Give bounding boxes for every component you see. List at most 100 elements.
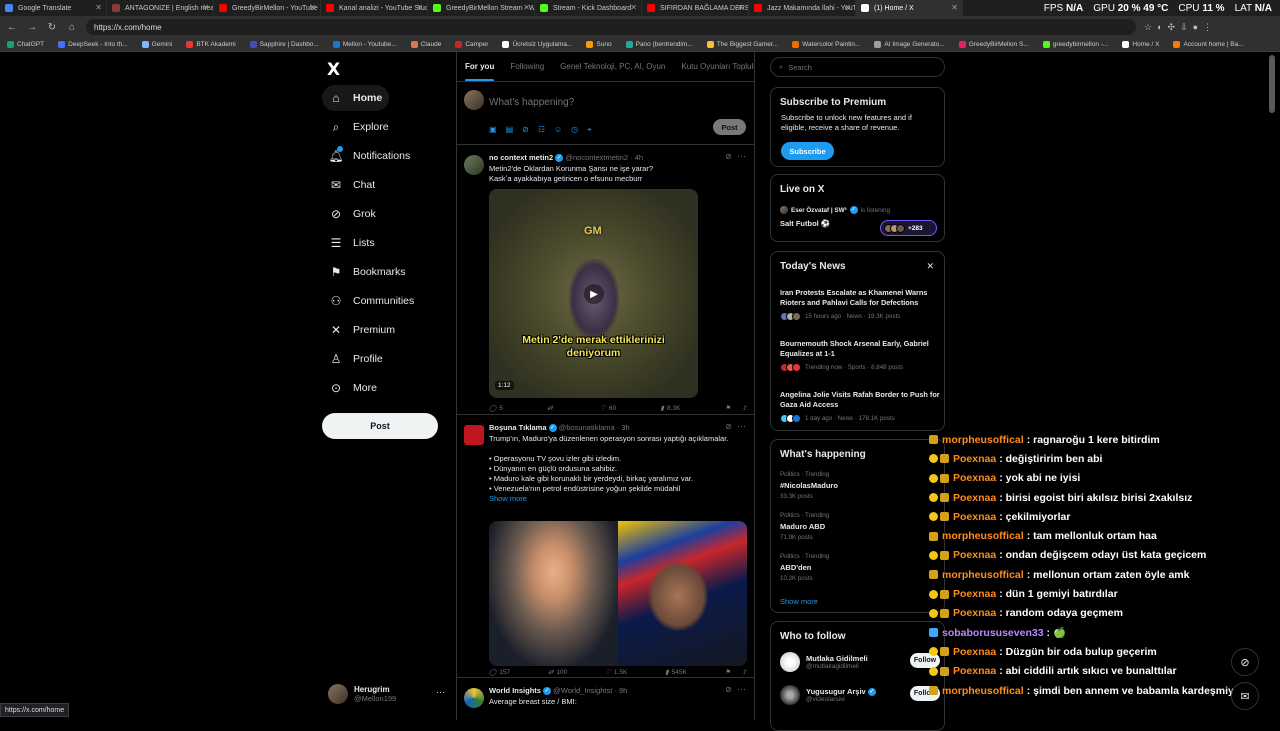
- download-icon[interactable]: ⇩: [1180, 22, 1188, 33]
- tweet[interactable]: no context metin2 ✓ @nocontextmetin2 · 4…: [457, 145, 754, 415]
- browser-tab[interactable]: Jazz Makamında İlahi - YouTube✕: [749, 0, 856, 16]
- bookmark-item[interactable]: GreedyBirMellon S...: [952, 41, 1036, 48]
- chat-username[interactable]: Poexnaa: [953, 511, 996, 523]
- profile-avatar-icon[interactable]: ●: [1193, 22, 1198, 33]
- back-icon[interactable]: ←: [4, 19, 20, 35]
- bookmark-item[interactable]: Claude: [404, 41, 449, 48]
- chat-username[interactable]: Poexnaa: [953, 549, 996, 561]
- close-tab-icon[interactable]: ✕: [737, 3, 744, 12]
- extension-icon[interactable]: ◐: [1157, 22, 1162, 33]
- page-scrollbar[interactable]: [1269, 55, 1275, 113]
- chat-username[interactable]: morpheusoffical: [942, 569, 1024, 581]
- live-space-title[interactable]: Salt Futbol ⚽: [780, 219, 830, 228]
- bookmark-item[interactable]: Suno: [579, 41, 618, 48]
- more-dots-icon[interactable]: ···: [737, 684, 746, 694]
- nav-item-grok[interactable]: ⊘ Grok: [322, 201, 383, 227]
- trend-item[interactable]: Politics · Trending Maduro ABD 71.9K pos…: [780, 512, 829, 541]
- close-tab-icon[interactable]: ✕: [95, 3, 102, 12]
- chat-username[interactable]: morpheusoffical: [942, 434, 1024, 446]
- menu-icon[interactable]: ⋮: [1203, 22, 1212, 33]
- poll-icon[interactable]: ☷: [538, 125, 545, 135]
- reply-button[interactable]: ◯ 157: [489, 668, 510, 677]
- grok-icon[interactable]: ⊘: [725, 422, 732, 431]
- chat-username[interactable]: Poexnaa: [953, 453, 996, 465]
- share-icon[interactable]: ⇪: [742, 404, 747, 412]
- account-switcher[interactable]: Herugrim @Mellon199 ···: [328, 682, 448, 706]
- subscribe-button[interactable]: Subscribe: [781, 142, 834, 160]
- more-dots-icon[interactable]: ···: [737, 421, 746, 431]
- tweet[interactable]: World Insights ✓ @World_Insightst · 9h ⊘…: [457, 678, 754, 720]
- compose-input[interactable]: What's happening?: [489, 97, 574, 108]
- compose-post-button[interactable]: Post: [713, 119, 746, 135]
- timeline-tab[interactable]: For you: [457, 52, 502, 81]
- news-item[interactable]: Bournemouth Shock Arsenal Early, Gabriel…: [780, 339, 940, 372]
- tweet-author[interactable]: World Insights: [489, 686, 541, 695]
- location-icon[interactable]: ⌖: [587, 125, 592, 135]
- nav-item-bookmarks[interactable]: ⚑ Bookmarks: [322, 259, 413, 285]
- close-tab-icon[interactable]: ✕: [630, 3, 637, 12]
- nav-item-home[interactable]: ⌂ Home: [322, 85, 390, 111]
- play-icon[interactable]: ▶: [584, 284, 604, 304]
- browser-tab[interactable]: ANTAGONIZE | English meaning -✕: [107, 0, 214, 16]
- browser-tab[interactable]: SIFIRDAN BAĞLAMA DERSİ 7 ( BU✕: [642, 0, 749, 16]
- timeline-tab[interactable]: Following: [502, 52, 552, 81]
- browser-tab[interactable]: (1) Home / X ✕: [856, 0, 963, 16]
- timeline-tab[interactable]: Kutu Oyunları Topluluğu: [673, 52, 754, 81]
- close-tab-icon[interactable]: ✕: [523, 3, 530, 12]
- browser-tab[interactable]: GreedyBirMellon - YouTube ✕: [214, 0, 321, 16]
- bookmark-item[interactable]: Account home | Ba...: [1166, 41, 1250, 48]
- url-field[interactable]: https://x.com/home: [86, 19, 1136, 35]
- reload-icon[interactable]: ↻: [44, 19, 60, 35]
- bookmark-item[interactable]: Gemini: [135, 41, 180, 48]
- nav-item-premium[interactable]: ✕ Premium: [322, 317, 402, 343]
- more-dots-icon[interactable]: ···: [737, 151, 746, 161]
- tweet[interactable]: Boşuna Tıklama ✓ @bosunatiklama · 3h ⊘ ·…: [457, 415, 754, 678]
- tweet-video[interactable]: GM ▶ Metin 2'de merak ettiklerinizi deni…: [489, 189, 698, 398]
- bookmark-item[interactable]: Home / X: [1115, 41, 1166, 48]
- browser-tab[interactable]: Google Translate ✕: [0, 0, 107, 16]
- repost-button[interactable]: ⇄ 100: [548, 668, 567, 677]
- share-icon[interactable]: ⇪: [742, 668, 747, 676]
- browser-tab[interactable]: Stream - Kick Dashboard ✕: [535, 0, 642, 16]
- grok-icon[interactable]: ⊘: [725, 152, 732, 161]
- x-logo-icon[interactable]: X: [327, 60, 340, 80]
- tweet-image[interactable]: [489, 521, 747, 666]
- show-more-link[interactable]: Show more: [780, 597, 818, 606]
- news-item[interactable]: Iran Protests Escalate as Khamenei Warns…: [780, 288, 940, 321]
- nav-item-profile[interactable]: ♙ Profile: [322, 346, 390, 372]
- close-tab-icon[interactable]: ✕: [309, 3, 316, 12]
- nav-item-communities[interactable]: ⚇ Communities: [322, 288, 421, 314]
- trend-item[interactable]: Politics · Trending ABD'den 10.2K posts: [780, 553, 829, 582]
- news-item[interactable]: Angelina Jolie Visits Rafah Border to Pu…: [780, 390, 940, 423]
- home-browser-icon[interactable]: ⌂: [64, 19, 80, 35]
- bookmark-item[interactable]: Mellon - Youtube...: [326, 41, 404, 48]
- image-icon[interactable]: ▣: [489, 125, 497, 135]
- repost-button[interactable]: ⇄: [547, 404, 555, 412]
- close-tab-icon[interactable]: ✕: [951, 3, 958, 12]
- like-button[interactable]: ♡ 60: [600, 404, 616, 413]
- timeline-tab[interactable]: Genel Teknoloji, PC, AI, Oyun: [552, 52, 673, 81]
- messages-icon[interactable]: ✉: [1231, 682, 1259, 710]
- tweet-author[interactable]: no context metin2: [489, 153, 553, 162]
- trend-item[interactable]: Politics · Trending #NicolasMaduro 33.3K…: [780, 471, 838, 500]
- grok-image-icon[interactable]: ⊘: [522, 125, 529, 135]
- bookmark-button[interactable]: ⚑ ⇪: [725, 668, 747, 676]
- chat-username[interactable]: Poexnaa: [953, 665, 996, 677]
- chat-username[interactable]: sobaborususeven33: [942, 627, 1044, 639]
- schedule-icon[interactable]: ◷: [571, 125, 578, 135]
- bookmark-item[interactable]: ChatGPT: [0, 41, 51, 48]
- emoji-icon[interactable]: ☺: [554, 125, 562, 135]
- follow-suggestion[interactable]: Yugusugur Arşiv ✓ @videolarsivi Follow: [780, 682, 940, 708]
- tweet-author[interactable]: Boşuna Tıklama: [489, 423, 547, 432]
- views-button[interactable]: ▮ 545K: [665, 668, 687, 677]
- bookmark-item[interactable]: Watercolor Paintin...: [785, 41, 867, 48]
- close-tab-icon[interactable]: ✕: [416, 3, 423, 12]
- show-more-link[interactable]: Show more: [489, 494, 744, 504]
- chat-username[interactable]: Poexnaa: [953, 588, 996, 600]
- close-icon[interactable]: ✕: [926, 261, 934, 272]
- chat-username[interactable]: Poexnaa: [953, 646, 996, 658]
- bookmark-item[interactable]: greedybirmellon -...: [1036, 41, 1116, 48]
- search-input[interactable]: ⌕ Search: [770, 57, 945, 77]
- bookmark-item[interactable]: BTK Akademi: [179, 41, 242, 48]
- nav-item-more[interactable]: ⊙ More: [322, 375, 384, 401]
